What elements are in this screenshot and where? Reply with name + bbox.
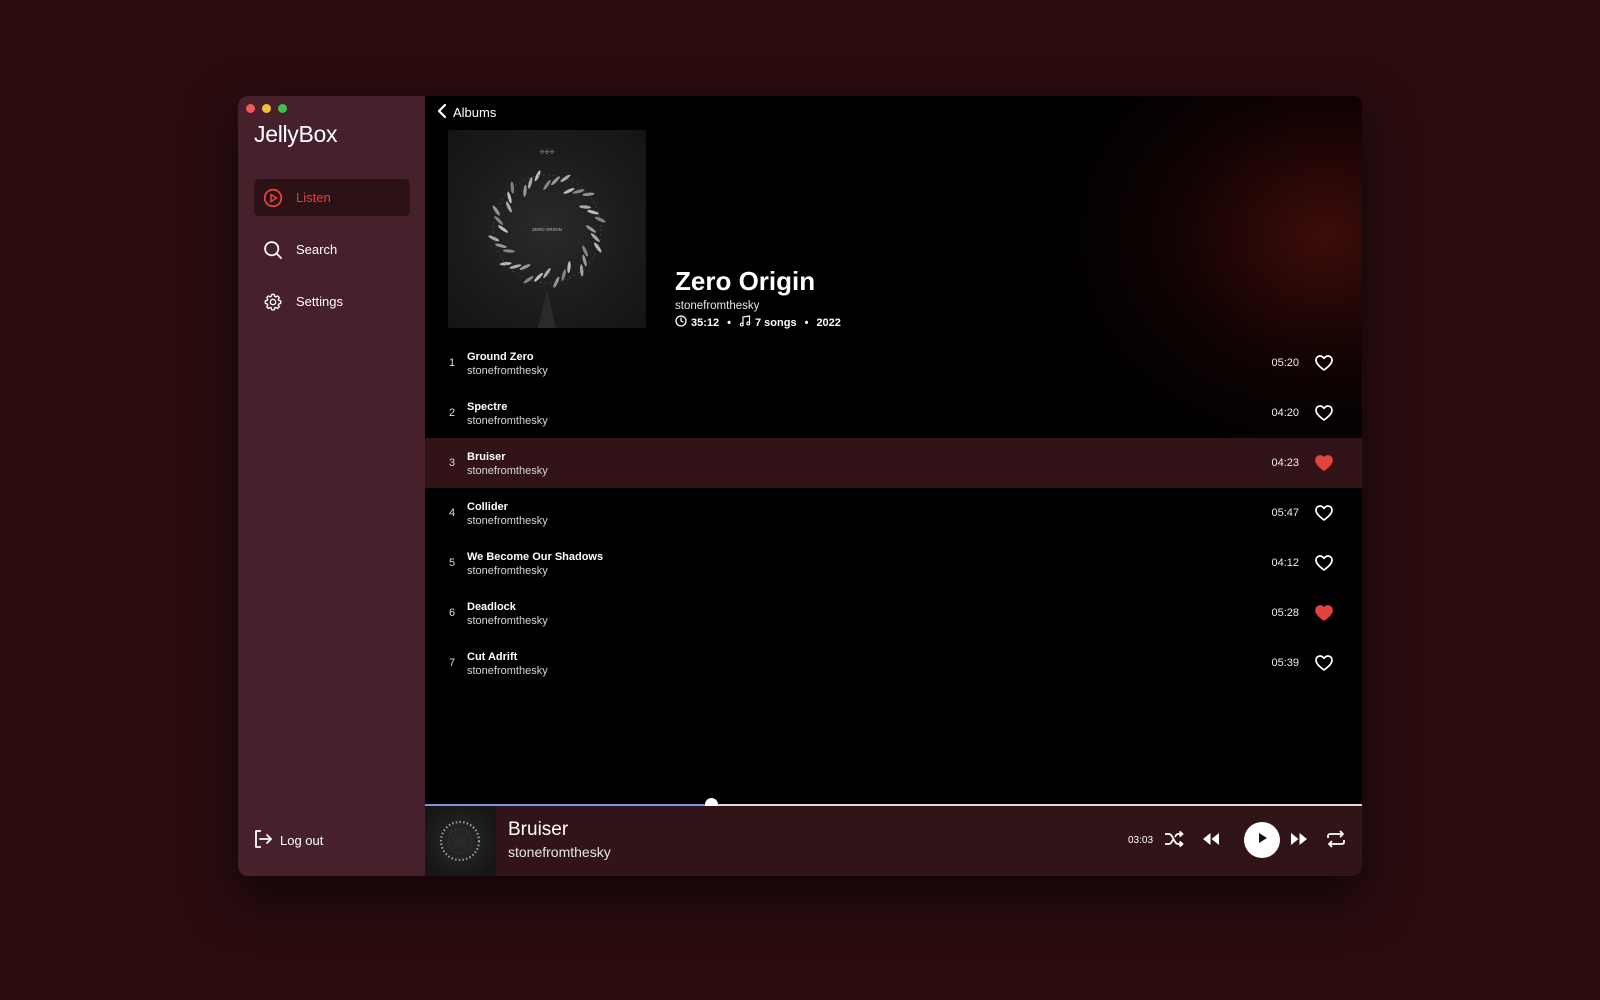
play-icon: [1254, 830, 1270, 851]
track-title: Bruiser: [467, 451, 506, 463]
repeat-icon: [1325, 828, 1347, 855]
track-number: 5: [448, 557, 456, 569]
track-artist: stonefromthesky: [467, 615, 548, 627]
heart-icon[interactable]: [1314, 403, 1334, 423]
track-row[interactable]: 1 Ground Zero stonefromthesky 05:20: [425, 338, 1362, 388]
minimize-window-button[interactable]: [262, 104, 271, 113]
track-row[interactable]: 4 Collider stonefromthesky 05:47: [425, 488, 1362, 538]
track-number: 1: [448, 357, 456, 369]
album-year: 2022: [816, 316, 841, 329]
album-duration-value: 35:12: [691, 316, 720, 329]
track-duration: 05:28: [1271, 607, 1299, 619]
play-circle-icon: [262, 187, 284, 209]
album-meta: 35:12 • 7 songs • 2022: [675, 315, 841, 330]
app-title: JellyBox: [254, 121, 338, 147]
track-number: 6: [448, 607, 456, 619]
meta-separator: •: [804, 316, 809, 329]
gear-icon: [262, 291, 284, 313]
app-window: JellyBox Listen Search Settings Log out: [238, 96, 1362, 876]
previous-button[interactable]: [1199, 829, 1223, 853]
elapsed-time: 03:03: [1128, 835, 1154, 846]
heart-icon[interactable]: [1314, 603, 1334, 623]
track-row[interactable]: 6 Deadlock stonefromthesky 05:28: [425, 588, 1362, 638]
album-duration: 35:12: [675, 315, 719, 330]
meta-separator: •: [727, 316, 731, 329]
track-duration: 04:23: [1271, 457, 1299, 469]
album-song-count-value: 7 songs: [755, 316, 797, 329]
search-icon: [262, 239, 284, 261]
now-playing-artist[interactable]: stonefromthesky: [508, 844, 611, 860]
album-cover: ✣✣✣ ZERO ORIGIN: [448, 130, 646, 328]
back-to-albums-button[interactable]: Albums: [435, 103, 496, 122]
sidebar: JellyBox Listen Search Settings Log out: [238, 96, 425, 876]
svg-text:✣✣✣: ✣✣✣: [539, 149, 554, 156]
heart-icon[interactable]: [1314, 503, 1334, 523]
track-number: 2: [448, 407, 456, 419]
album-artist[interactable]: stonefromthesky: [675, 300, 759, 312]
logout-label: Log out: [280, 833, 324, 848]
track-row[interactable]: 7 Cut Adrift stonefromthesky 05:39: [425, 638, 1362, 688]
heart-icon[interactable]: [1314, 453, 1334, 473]
track-row[interactable]: 3 Bruiser stonefromthesky 04:23: [425, 438, 1362, 488]
clock-icon: [675, 315, 687, 330]
track-title: Ground Zero: [467, 351, 534, 363]
track-artist: stonefromthesky: [467, 465, 548, 477]
music-note-icon: [739, 315, 751, 330]
sidebar-item-label: Listen: [296, 190, 331, 205]
heart-icon[interactable]: [1314, 653, 1334, 673]
sidebar-item-label: Search: [296, 242, 338, 257]
track-row[interactable]: 5 We Become Our Shadows stonefromthesky …: [425, 538, 1362, 588]
track-artist: stonefromthesky: [467, 415, 548, 427]
zoom-window-button[interactable]: [278, 104, 287, 113]
sidebar-item-label: Settings: [296, 294, 343, 309]
track-title: Spectre: [467, 401, 508, 413]
track-row[interactable]: 2 Spectre stonefromthesky 04:20: [425, 388, 1362, 438]
shuffle-button[interactable]: [1162, 829, 1186, 853]
next-button[interactable]: [1287, 829, 1311, 853]
now-playing-cover: [425, 806, 496, 876]
logout-button[interactable]: Log out: [252, 828, 323, 853]
track-number: 7: [448, 657, 456, 669]
logout-icon: [252, 828, 274, 853]
album-song-count: 7 songs: [739, 315, 797, 330]
sidebar-item-search[interactable]: Search: [254, 231, 410, 268]
track-list: 1 Ground Zero stonefromthesky 05:20 2 Sp…: [425, 338, 1362, 688]
album-cover-art: ✣✣✣ ZERO ORIGIN: [488, 149, 606, 328]
heart-icon[interactable]: [1314, 553, 1334, 573]
heart-icon[interactable]: [1314, 353, 1334, 373]
track-title: Collider: [467, 501, 508, 513]
track-duration: 05:39: [1271, 657, 1299, 669]
repeat-button[interactable]: [1324, 829, 1348, 853]
shuffle-icon: [1163, 828, 1185, 855]
track-duration: 05:20: [1271, 357, 1299, 369]
cover-text: ZERO ORIGIN: [532, 227, 562, 232]
rewind-icon: [1200, 828, 1222, 855]
fast-forward-icon: [1288, 828, 1310, 855]
close-window-button[interactable]: [246, 104, 255, 113]
track-duration: 04:12: [1271, 557, 1299, 569]
now-playing-title: Bruiser: [508, 819, 569, 840]
track-number: 4: [448, 507, 456, 519]
back-label: Albums: [453, 105, 497, 120]
track-duration: 04:20: [1271, 407, 1299, 419]
window-controls: [246, 104, 287, 113]
track-artist: stonefromthesky: [467, 665, 548, 677]
album-title: Zero Origin: [675, 266, 816, 296]
chevron-left-icon: [435, 103, 449, 122]
album-view: Albums ✣✣✣ ZERO ORIGIN Zero Origin stone…: [425, 96, 1362, 806]
sidebar-item-listen[interactable]: Listen: [254, 179, 410, 216]
track-artist: stonefromthesky: [467, 565, 548, 577]
now-playing-bar: Bruiser stonefromthesky 03:03: [425, 806, 1362, 876]
track-title: Deadlock: [467, 601, 516, 613]
track-title: We Become Our Shadows: [467, 551, 604, 563]
sidebar-item-settings[interactable]: Settings: [254, 283, 410, 320]
track-artist: stonefromthesky: [467, 365, 548, 377]
track-number: 3: [448, 457, 456, 469]
track-title: Cut Adrift: [467, 651, 518, 663]
play-button[interactable]: [1244, 822, 1280, 858]
track-artist: stonefromthesky: [467, 515, 548, 527]
track-duration: 05:47: [1271, 507, 1299, 519]
